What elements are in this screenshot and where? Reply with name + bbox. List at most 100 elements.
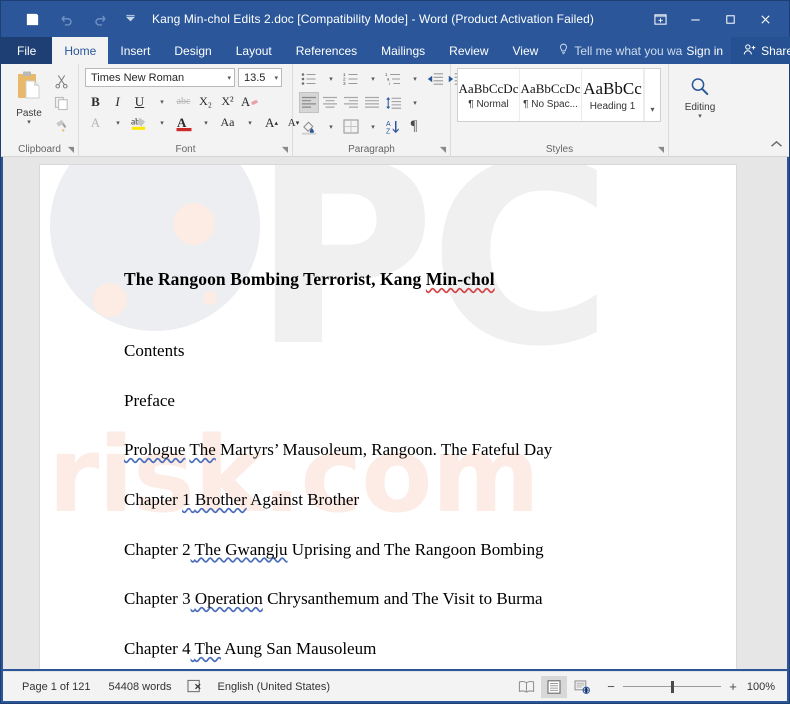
decrease-indent-button[interactable] <box>425 68 445 89</box>
underline-dropdown[interactable]: ▾ <box>151 91 172 112</box>
zoom-in-button[interactable]: + <box>727 679 739 694</box>
collapse-ribbon-button[interactable] <box>770 140 783 152</box>
chevron-down-icon[interactable]: ▾ <box>27 119 31 126</box>
bold-button[interactable]: B <box>85 91 106 112</box>
copy-icon[interactable] <box>51 93 71 113</box>
word-count[interactable]: 54408 words <box>100 681 181 693</box>
tab-layout[interactable]: Layout <box>224 37 284 64</box>
numbering-dropdown[interactable]: ▾ <box>362 68 382 89</box>
underline-button[interactable]: U <box>129 91 150 112</box>
pilcrow-icon: ¶ <box>410 118 418 134</box>
highlight-dropdown[interactable]: ▾ <box>151 112 172 133</box>
multilevel-list-dropdown[interactable]: ▾ <box>404 68 424 89</box>
paste-button[interactable]: Paste ▾ <box>7 68 51 126</box>
document-text-run: Chrysanthemum and The Visit to Burma <box>262 589 543 609</box>
undo-icon[interactable] <box>49 5 83 33</box>
grow-font-button[interactable]: A ▴ <box>261 112 282 133</box>
borders-button[interactable] <box>341 116 361 137</box>
web-layout-button[interactable] <box>569 676 595 698</box>
style-heading-1[interactable]: AaBbCc Heading 1 <box>582 69 644 121</box>
clipboard-dialog-launcher[interactable]: ◥ <box>68 145 74 154</box>
zoom-level[interactable]: 100% <box>745 681 779 693</box>
sort-button[interactable]: AZ <box>383 116 403 137</box>
chevron-down-icon[interactable]: ▾ <box>227 74 231 82</box>
print-layout-button[interactable] <box>541 675 567 698</box>
tell-me-search[interactable]: Tell me what you wa <box>550 43 686 58</box>
borders-dropdown[interactable]: ▾ <box>362 116 382 137</box>
document-text-run: Chapter <box>124 490 183 510</box>
document-line: Chapter 2 The Gwangju Uprising and The R… <box>124 540 736 560</box>
tab-view[interactable]: View <box>501 37 551 64</box>
styles-dialog-launcher[interactable]: ◥ <box>658 145 664 154</box>
save-icon[interactable] <box>15 5 49 33</box>
chevron-down-icon[interactable]: ▾ <box>274 74 278 82</box>
text-highlight-color-button[interactable]: ab <box>129 112 150 133</box>
maximize-icon[interactable] <box>713 4 748 34</box>
font-color-dropdown[interactable]: ▾ <box>195 112 216 133</box>
zoom-slider[interactable] <box>623 680 721 694</box>
proofing-status-icon[interactable] <box>181 679 209 694</box>
multilevel-list-button[interactable]: 1ai <box>383 68 403 89</box>
italic-button[interactable]: I <box>107 91 128 112</box>
align-right-button[interactable] <box>341 92 361 113</box>
numbering-button[interactable]: 123 <box>341 68 361 89</box>
tab-references[interactable]: References <box>284 37 369 64</box>
chevron-down-icon[interactable]: ▾ <box>698 113 702 120</box>
text-effects-button[interactable]: A <box>85 112 106 133</box>
group-label-font: Font <box>175 144 196 155</box>
tab-mailings[interactable]: Mailings <box>369 37 437 64</box>
editing-button[interactable]: Editing ▾ <box>675 68 725 120</box>
strikethrough-button[interactable]: abc <box>173 91 194 112</box>
clear-formatting-button[interactable]: A <box>239 91 260 112</box>
ribbon-group-clipboard: Paste ▾ Clipboard ◥ <box>1 64 79 157</box>
styles-more-button[interactable]: ▾ <box>644 69 660 121</box>
change-case-dropdown[interactable]: ▾ <box>239 112 260 133</box>
tab-home[interactable]: Home <box>52 37 109 64</box>
font-color-button[interactable]: A <box>173 112 194 133</box>
title-bar: Kang Min-chol Edits 2.doc [Compatibility… <box>1 1 789 37</box>
ribbon-display-options-icon[interactable] <box>643 4 678 34</box>
style-normal[interactable]: AaBbCcDc ¶ Normal <box>458 69 520 121</box>
zoom-out-button[interactable]: − <box>605 679 617 694</box>
chevron-down-icon[interactable] <box>117 5 143 33</box>
tab-design[interactable]: Design <box>162 37 223 64</box>
language-indicator[interactable]: English (United States) <box>209 681 340 693</box>
paragraph-dialog-launcher[interactable]: ◥ <box>440 145 446 154</box>
style-no-spacing[interactable]: AaBbCcDc ¶ No Spac... <box>520 69 582 121</box>
align-left-button[interactable] <box>299 92 319 113</box>
center-button[interactable] <box>320 92 340 113</box>
superscript-button[interactable]: X² <box>217 91 238 112</box>
line-spacing-button[interactable] <box>383 92 403 113</box>
show-formatting-marks-button[interactable]: ¶ <box>404 116 424 137</box>
line-spacing-dropdown[interactable]: ▾ <box>404 92 424 113</box>
page-indicator[interactable]: Page 1 of 121 <box>13 681 100 693</box>
justify-button[interactable] <box>362 92 382 113</box>
document-body[interactable]: The Rangoon Bombing Terrorist, Kang Min-… <box>40 165 736 669</box>
redo-icon[interactable] <box>83 5 117 33</box>
document-workspace[interactable]: PC risk.com The Rangoon Bombing Terroris… <box>3 157 787 669</box>
share-button[interactable]: Share <box>731 37 790 64</box>
bullets-button[interactable] <box>299 68 319 89</box>
font-name-combobox[interactable]: Times New Roman ▾ <box>85 68 235 87</box>
text-effects-dropdown[interactable]: ▾ <box>107 112 128 133</box>
tab-insert[interactable]: Insert <box>108 37 162 64</box>
close-icon[interactable] <box>748 4 783 34</box>
font-dialog-launcher[interactable]: ◥ <box>282 145 288 154</box>
font-size-combobox[interactable]: 13.5 ▾ <box>238 68 282 87</box>
cut-icon[interactable] <box>51 71 71 91</box>
format-painter-icon[interactable] <box>51 115 71 135</box>
subscript-button[interactable]: X₂ <box>195 91 216 112</box>
word-window: Kang Min-chol Edits 2.doc [Compatibility… <box>0 0 790 704</box>
bullets-dropdown[interactable]: ▾ <box>320 68 340 89</box>
sign-in-button[interactable]: Sign in <box>686 44 731 58</box>
shading-button[interactable] <box>299 116 319 137</box>
minimize-icon[interactable] <box>678 4 713 34</box>
document-page[interactable]: PC risk.com The Rangoon Bombing Terroris… <box>40 165 736 669</box>
tab-review[interactable]: Review <box>437 37 500 64</box>
tab-file[interactable]: File <box>1 37 53 64</box>
read-mode-button[interactable] <box>513 676 539 698</box>
document-flagged-run: Operation <box>194 589 263 609</box>
zoom-slider-thumb[interactable] <box>671 680 674 693</box>
change-case-button[interactable]: Aa <box>217 112 238 133</box>
shading-dropdown[interactable]: ▾ <box>320 116 340 137</box>
